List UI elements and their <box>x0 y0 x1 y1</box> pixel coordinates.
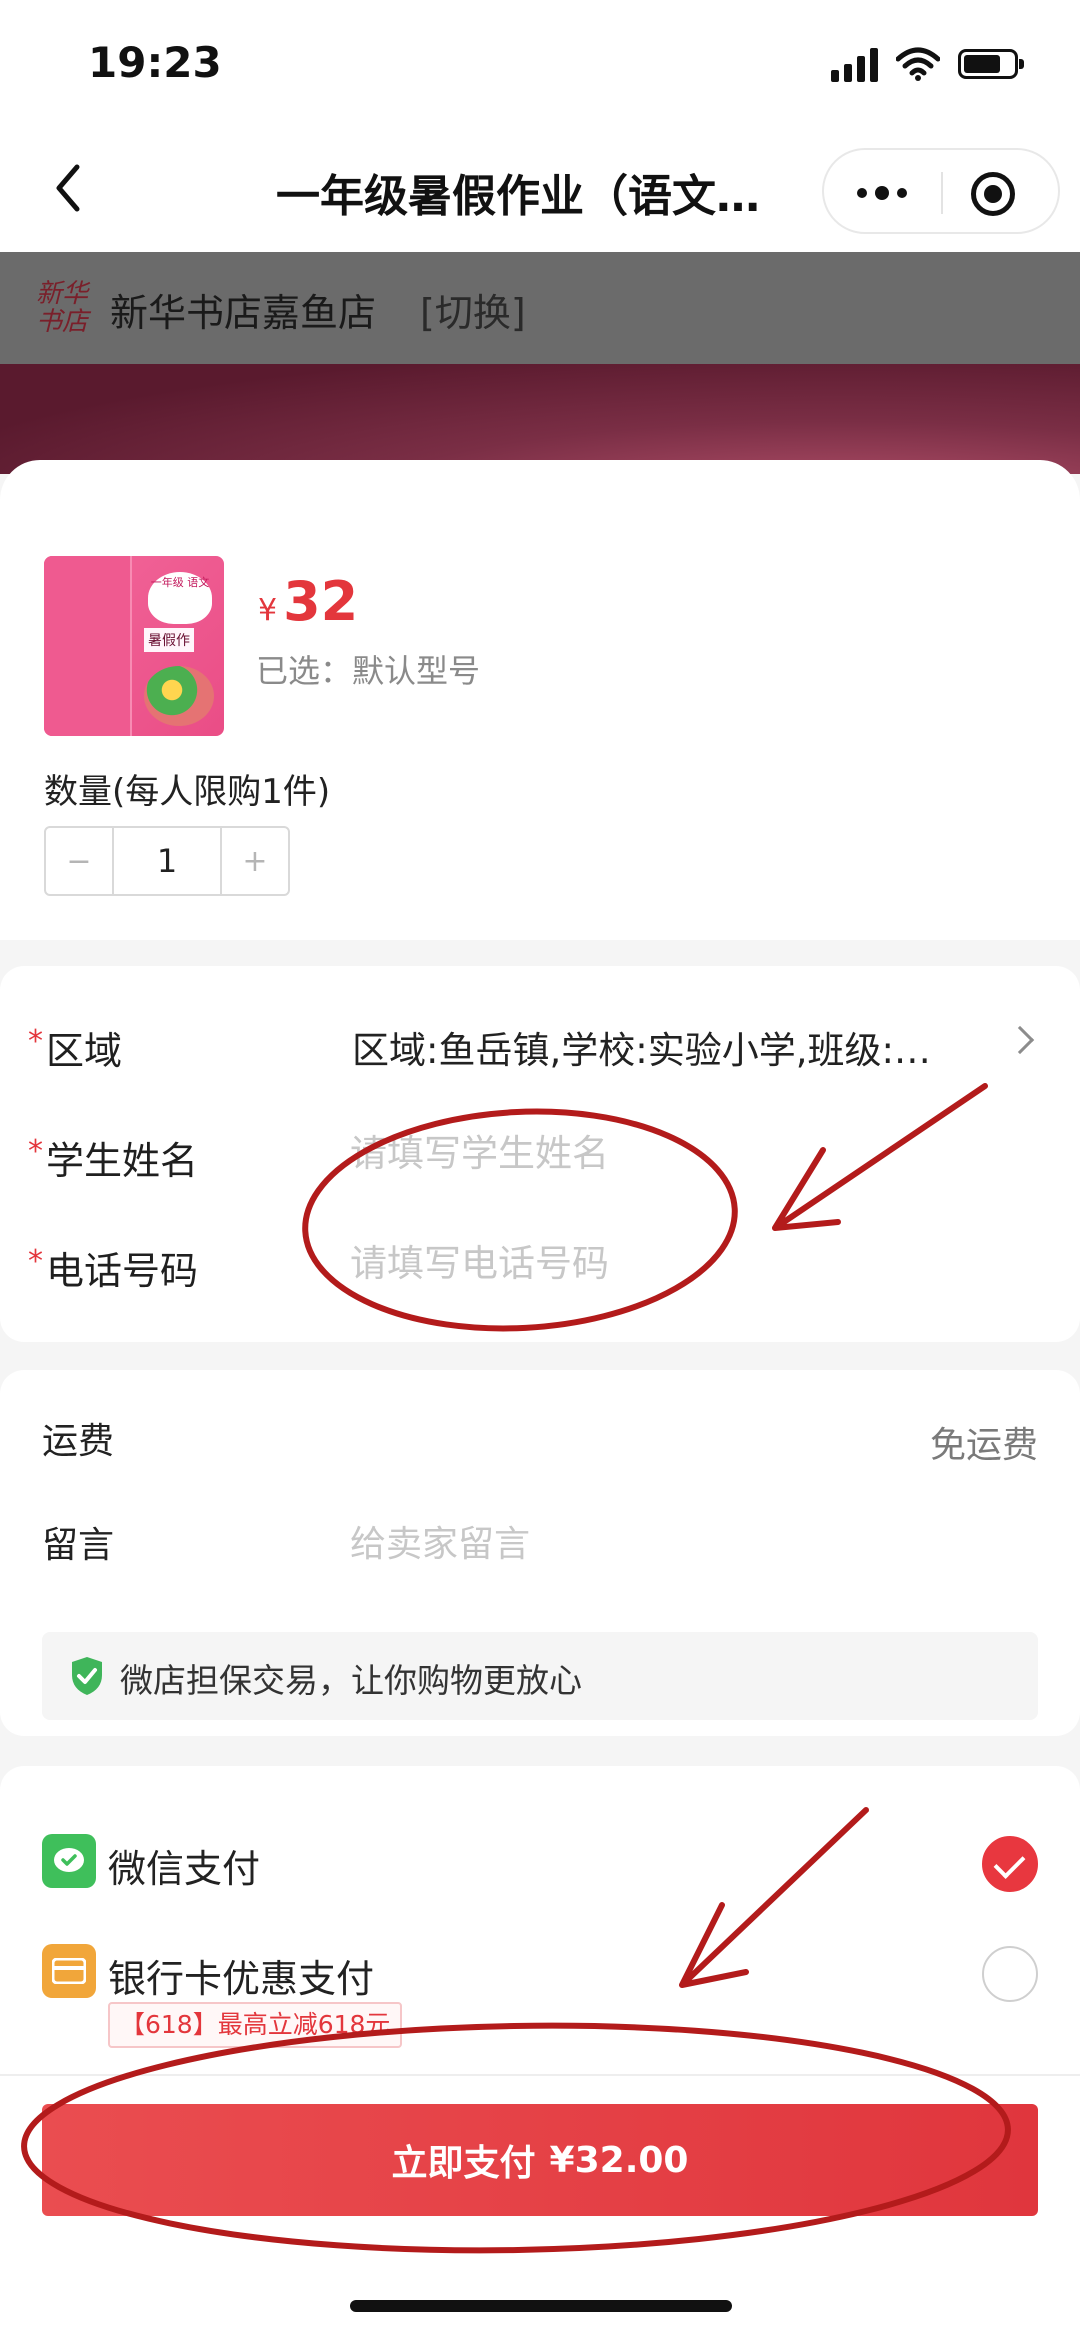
status-icons <box>831 46 1024 82</box>
guarantee-banner: 微店担保交易，让你购物更放心 <box>42 1632 1038 1720</box>
message-row: 留言 <box>0 1496 1080 1596</box>
shipping-label: 运费 <box>42 1421 115 1462</box>
pay-now-label: 立即支付 <box>391 2143 536 2184</box>
bank-card-pay-label: 银行卡优惠支付 <box>108 1957 375 2001</box>
back-button[interactable] <box>38 158 98 218</box>
book-cover-badge: 一年级 语文 <box>148 572 212 624</box>
store-banner: 新华 书店 新华书店嘉鱼店 [切换] <box>0 252 1080 364</box>
back-icon <box>56 164 80 212</box>
shipping-row: 运费 免运费 <box>0 1392 1080 1492</box>
phone-row: * 电话号码 <box>0 1208 1080 1318</box>
signal-icon <box>831 46 878 82</box>
hero-background <box>0 364 1080 474</box>
wechat-pay-radio[interactable] <box>982 1836 1038 1892</box>
student-name-row: * 学生姓名 <box>0 1098 1080 1208</box>
pay-now-amount: ¥32.00 <box>549 2139 689 2181</box>
capsule-divider <box>941 172 943 214</box>
shipping-value: 免运费 <box>929 1425 1038 1466</box>
wechat-icon <box>42 1834 96 1888</box>
quantity-stepper: − 1 + <box>44 826 290 896</box>
required-mark: * <box>28 1134 43 1169</box>
checkout-bar: 立即支付 ¥32.00 <box>0 2074 1080 2337</box>
bank-card-pay-radio[interactable] <box>982 1946 1038 2002</box>
quantity-decrease-button[interactable]: − <box>46 828 112 894</box>
region-label: 区域 <box>46 1029 123 1073</box>
home-indicator <box>350 2300 732 2312</box>
message-input[interactable] <box>350 1512 950 1576</box>
page-title: 一年级暑假作业（语文… <box>276 171 760 222</box>
status-bar: 19:23 <box>0 0 1080 130</box>
store-logo: 新华 书店 <box>35 279 88 337</box>
product-image: 一年级 语文 暑假作 <box>44 556 224 736</box>
bank-card-icon <box>42 1944 96 1998</box>
quantity-value[interactable]: 1 <box>112 828 222 894</box>
pay-now-button[interactable]: 立即支付 ¥32.00 <box>42 2104 1038 2216</box>
required-mark: * <box>28 1024 43 1059</box>
price-value: 32 <box>283 570 359 633</box>
quantity-label: 数量(每人限购1件) <box>44 772 331 812</box>
shield-icon <box>72 1657 102 1695</box>
payment-methods: 微信支付 银行卡优惠支付 【618】最高立减618元 <box>0 1766 1080 2096</box>
more-icon[interactable] <box>850 170 914 216</box>
region-value[interactable]: 区域:鱼岳镇,学校:实验小学,班级:… <box>352 1020 952 1074</box>
book-cover-subtitle: 暑假作 <box>144 628 194 652</box>
book-spine <box>44 556 132 736</box>
mini-program-capsule <box>822 148 1060 234</box>
student-info-form: * 区域 区域:鱼岳镇,学校:实验小学,班级:… * 学生姓名 * 电话号码 <box>0 966 1080 1342</box>
wechat-pay-option[interactable]: 微信支付 <box>0 1808 1080 1918</box>
chevron-right-icon[interactable] <box>1005 1025 1035 1055</box>
guarantee-text: 微店担保交易，让你购物更放心 <box>120 1661 582 1700</box>
selected-spec: 已选：默认型号 <box>256 652 481 690</box>
required-mark: * <box>28 1244 43 1279</box>
order-info-card: 运费 免运费 留言 微店担保交易，让你购物更放心 <box>0 1370 1080 1736</box>
wifi-icon <box>896 47 940 81</box>
quantity-increase-button[interactable]: + <box>222 828 288 894</box>
phone-label: 电话号码 <box>46 1249 199 1293</box>
store-switch-link[interactable]: [切换] <box>420 282 526 337</box>
promo-tag: 【618】最高立减618元 <box>108 2002 403 2048</box>
phone-input[interactable] <box>350 1232 910 1294</box>
nav-bar: 一年级暑假作业（语文… <box>0 130 1080 252</box>
product-sheet: 一年级 语文 暑假作 ¥ 32 已选：默认型号 数量(每人限购1件) − 1 + <box>0 460 1080 940</box>
close-icon[interactable] <box>971 172 1015 216</box>
book-cover-illustration <box>144 666 214 726</box>
message-label: 留言 <box>42 1525 115 1566</box>
region-row[interactable]: * 区域 区域:鱼岳镇,学校:实验小学,班级:… <box>0 988 1080 1098</box>
price: ¥ 32 <box>258 570 358 633</box>
wechat-pay-label: 微信支付 <box>108 1847 261 1891</box>
student-name-label: 学生姓名 <box>46 1139 199 1183</box>
price-symbol: ¥ <box>258 593 278 628</box>
battery-icon <box>958 49 1024 79</box>
student-name-input[interactable] <box>350 1122 910 1184</box>
store-name: 新华书店嘉鱼店 <box>110 291 377 335</box>
status-time: 19:23 <box>88 38 222 87</box>
